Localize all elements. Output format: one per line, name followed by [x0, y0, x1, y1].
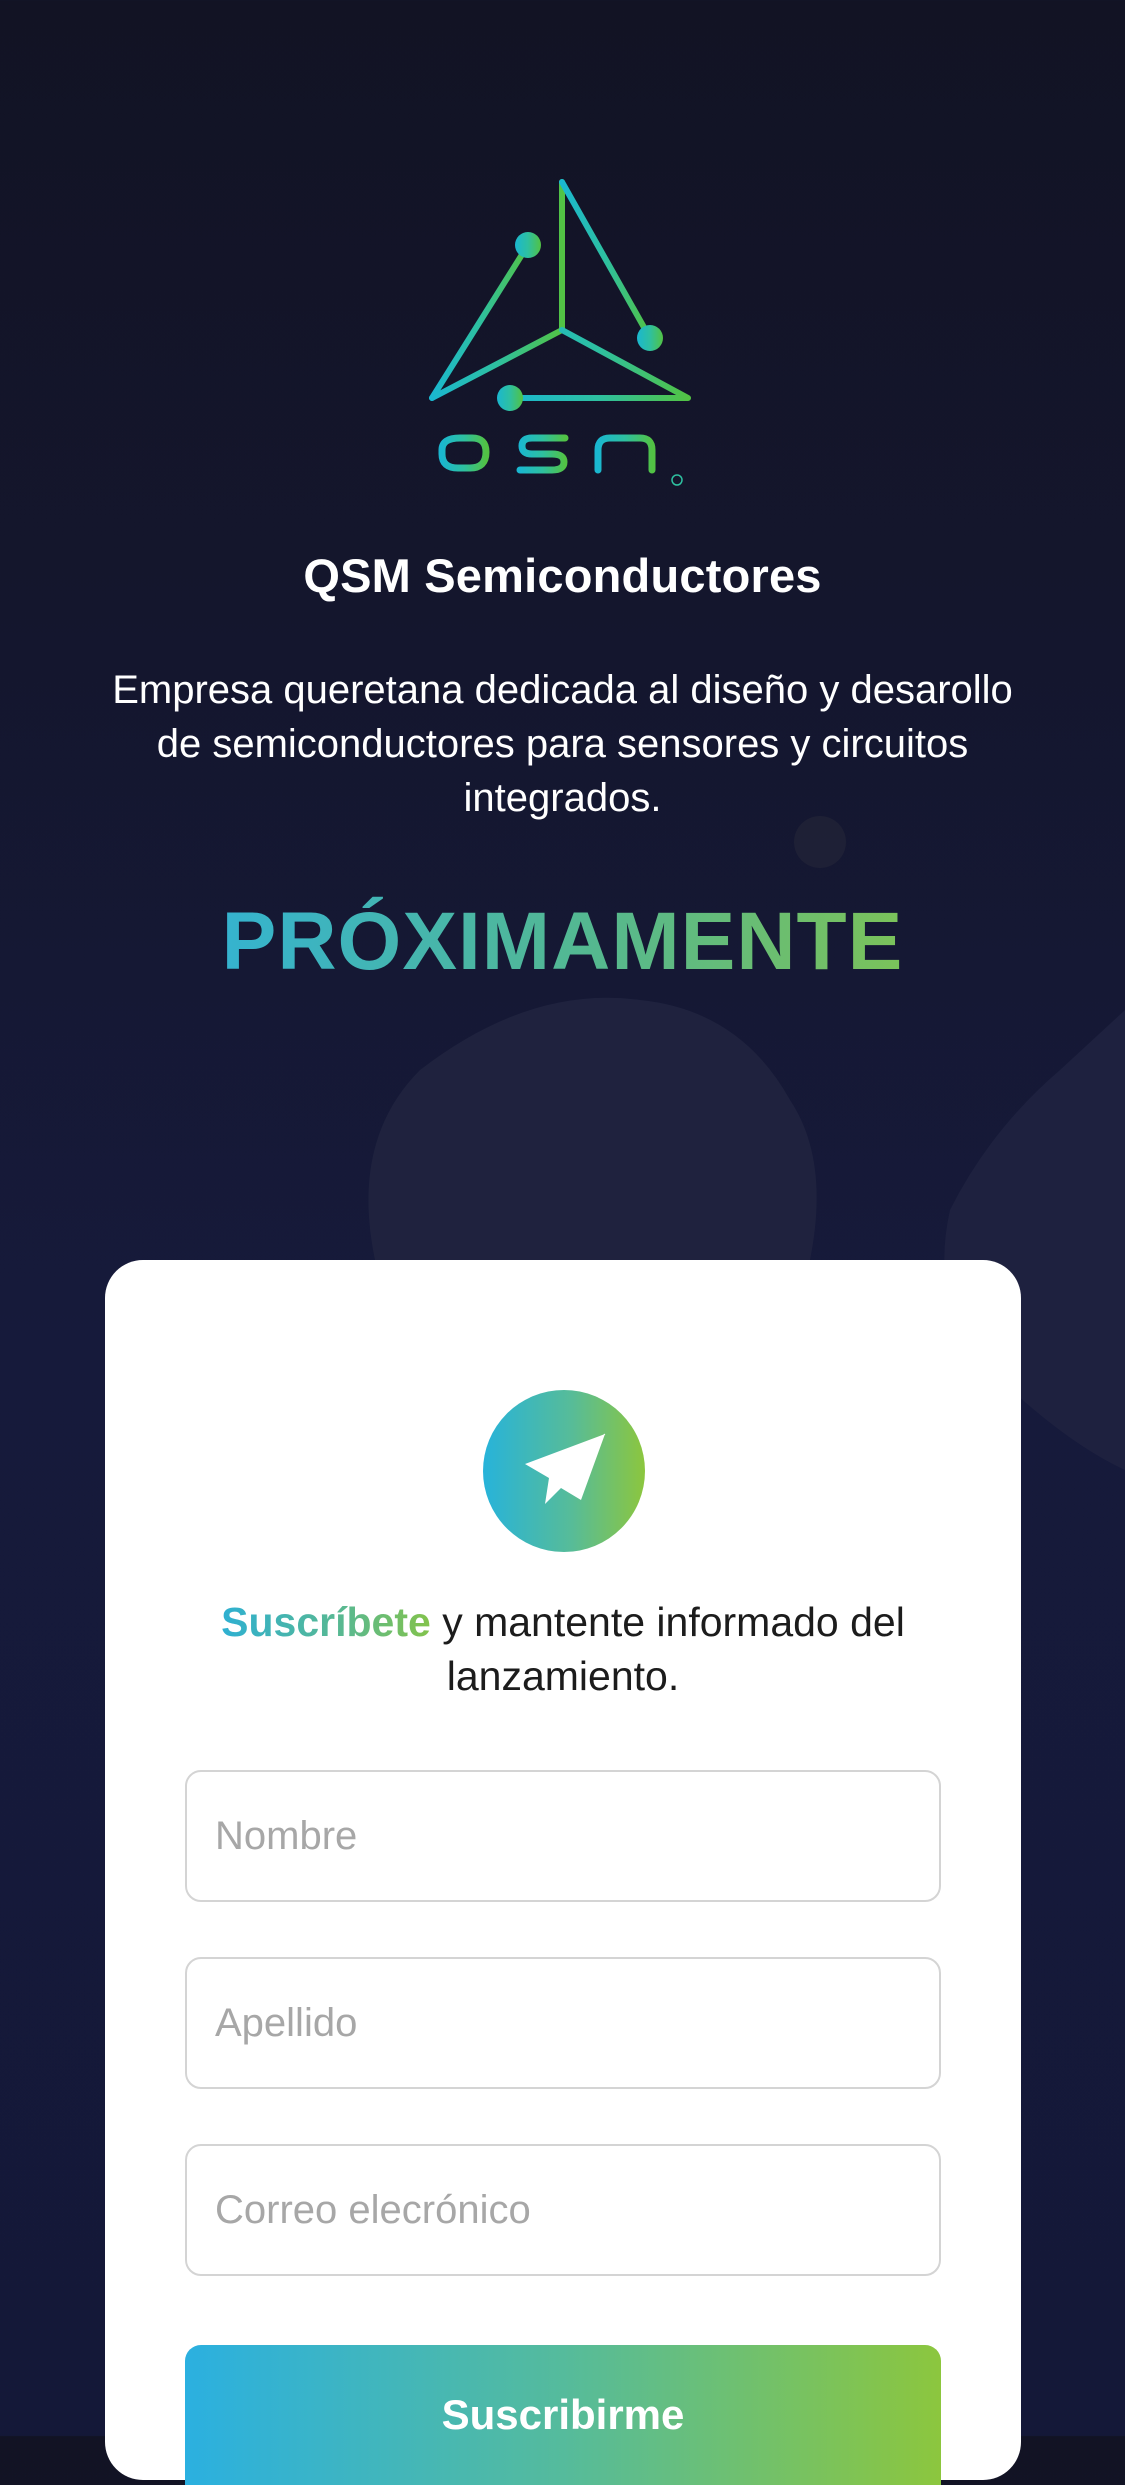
subscribe-button[interactable]: Suscribirme: [185, 2345, 941, 2485]
email-input[interactable]: [185, 2144, 941, 2276]
last-name-input[interactable]: [185, 1957, 941, 2089]
subscribe-message: Suscríbete y mantente informado del lanz…: [165, 1595, 961, 1703]
company-description: Empresa queretana dedicada al diseño y d…: [112, 668, 1013, 820]
subscribe-highlight: Suscríbete: [221, 1599, 431, 1645]
coming-soon-heading: PRÓXIMAMENTE: [0, 895, 1125, 989]
subscribe-rest: y mantente informado del lanzamiento.: [430, 1599, 905, 1699]
coming-soon-text: PRÓXIMAMENTE: [221, 896, 904, 987]
paper-plane-badge: [483, 1390, 645, 1552]
qsm-logo: [429, 179, 691, 490]
paper-plane-icon: [525, 1433, 606, 1504]
company-name: QSM Semiconductores: [303, 549, 822, 602]
subscribe-card: Suscríbete y mantente informado del lanz…: [105, 1260, 1021, 2485]
first-name-input[interactable]: [185, 1770, 941, 1902]
